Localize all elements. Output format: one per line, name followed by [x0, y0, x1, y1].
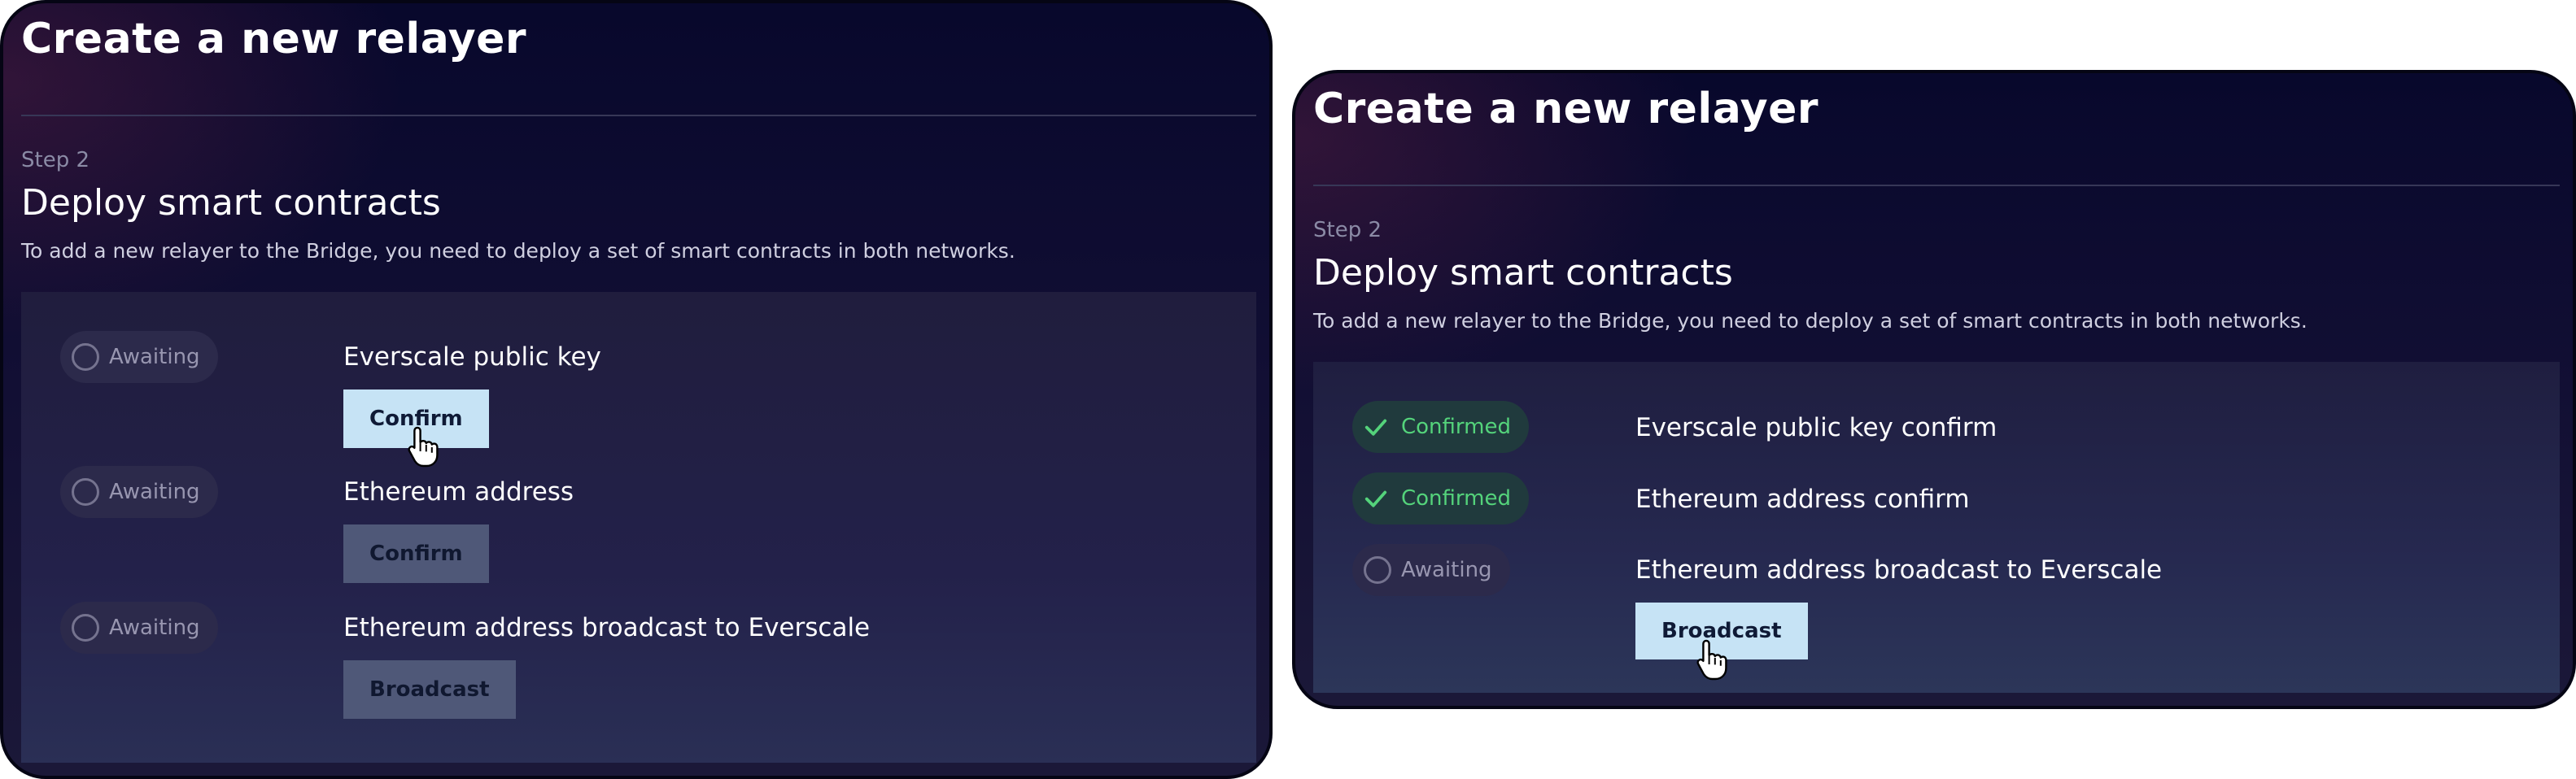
status-badge-awaiting: Awaiting — [60, 466, 218, 518]
row-label-ethereum-address: Ethereum address — [343, 477, 574, 507]
status-badge-awaiting: Awaiting — [60, 602, 218, 654]
step-heading: Deploy smart contracts — [1313, 252, 1733, 294]
relayer-panel-left: Create a new relayer Step 2 Deploy smart… — [0, 0, 1273, 779]
step-description: To add a new relayer to the Bridge, you … — [21, 239, 1015, 263]
checkmark-icon — [1364, 419, 1387, 436]
status-badge-confirmed: Confirmed — [1352, 472, 1529, 524]
row-label-ethereum-broadcast: Ethereum address broadcast to Everscale — [343, 613, 871, 642]
step-label: Step 2 — [21, 148, 90, 172]
status-text: Confirmed — [1401, 486, 1511, 511]
contracts-card: Awaiting Everscale public key Confirm Aw… — [21, 292, 1256, 763]
divider — [21, 115, 1256, 116]
status-text: Awaiting — [109, 345, 200, 369]
row-label-ethereum-address-confirm: Ethereum address confirm — [1635, 485, 1970, 514]
broadcast-button[interactable]: Broadcast — [1635, 603, 1808, 659]
broadcast-button[interactable]: Broadcast — [343, 660, 516, 719]
relayer-panel-right: Create a new relayer Step 2 Deploy smart… — [1292, 70, 2576, 709]
row-label-everscale-public-key: Everscale public key — [343, 342, 601, 372]
row-label-ethereum-broadcast: Ethereum address broadcast to Everscale — [1635, 555, 2163, 585]
status-text: Awaiting — [109, 480, 200, 504]
checkmark-icon — [1364, 490, 1387, 507]
status-text: Awaiting — [109, 616, 200, 640]
status-badge-confirmed: Confirmed — [1352, 401, 1529, 453]
confirm-ethereum-address-button[interactable]: Confirm — [343, 524, 489, 583]
circle-outline-icon — [72, 478, 99, 506]
status-text: Confirmed — [1401, 415, 1511, 439]
step-label: Step 2 — [1313, 218, 1382, 242]
circle-outline-icon — [72, 343, 99, 371]
row-label-everscale-public-key-confirm: Everscale public key confirm — [1635, 413, 1997, 442]
status-text: Awaiting — [1401, 558, 1492, 582]
contracts-card: Confirmed Everscale public key confirm C… — [1313, 362, 2560, 693]
page-title: Create a new relayer — [1313, 85, 1819, 133]
confirm-everscale-key-button[interactable]: Confirm — [343, 390, 489, 448]
divider — [1313, 185, 2560, 186]
page-title: Create a new relayer — [21, 15, 527, 63]
circle-outline-icon — [1364, 556, 1391, 584]
status-badge-awaiting: Awaiting — [1352, 544, 1510, 596]
status-badge-awaiting: Awaiting — [60, 331, 218, 383]
step-description: To add a new relayer to the Bridge, you … — [1313, 309, 2307, 333]
circle-outline-icon — [72, 614, 99, 642]
step-heading: Deploy smart contracts — [21, 182, 441, 224]
